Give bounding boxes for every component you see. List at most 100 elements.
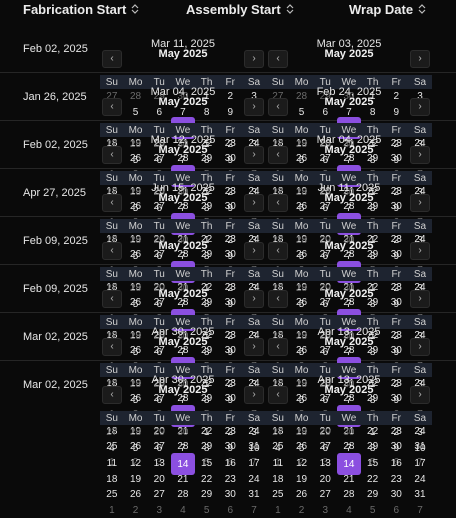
calendar-day[interactable]: 27: [147, 487, 171, 503]
calendar-day[interactable]: 10: [408, 441, 432, 457]
column-header-fabrication-start[interactable]: Fabrication Start: [23, 0, 139, 18]
calendar-day[interactable]: 29: [313, 425, 337, 441]
calendar-day[interactable]: 8: [361, 441, 385, 457]
calendar-day[interactable]: 1: [100, 503, 124, 518]
calendar-day[interactable]: 28: [337, 487, 361, 503]
calendar-day[interactable]: 11: [266, 456, 290, 472]
calendar-day[interactable]: 21: [171, 472, 195, 488]
calendar-day[interactable]: 28: [124, 425, 148, 441]
calendar-day[interactable]: 15: [361, 456, 385, 472]
calendar-day[interactable]: 15: [195, 456, 219, 472]
fabrication-start-cell[interactable]: Feb 02, 2025: [23, 139, 88, 151]
calendar-day[interactable]: 12: [124, 456, 148, 472]
calendar-day[interactable]: 24: [408, 472, 432, 488]
calendar-day[interactable]: 27: [313, 487, 337, 503]
column-header-wrap-date[interactable]: Wrap Date: [349, 0, 426, 18]
calendar-month-title: May 2025: [100, 384, 266, 396]
calendar-day[interactable]: 8: [195, 441, 219, 457]
calendar-day[interactable]: 9: [384, 441, 408, 457]
calendar-day[interactable]: 4: [337, 503, 361, 518]
calendar-day[interactable]: 2: [218, 425, 242, 441]
calendar-day[interactable]: 2: [384, 425, 408, 441]
fabrication-start-cell[interactable]: Feb 02, 2025: [23, 43, 88, 55]
fabrication-start-cell[interactable]: Feb 09, 2025: [23, 283, 88, 295]
calendar-day[interactable]: 26: [124, 487, 148, 503]
calendar-day[interactable]: 30: [218, 487, 242, 503]
calendar-day[interactable]: 30: [337, 425, 361, 441]
calendar-day[interactable]: 9: [218, 441, 242, 457]
calendar-day[interactable]: 3: [408, 425, 432, 441]
calendar-day[interactable]: 19: [290, 472, 314, 488]
calendar-week-row: 1234567: [266, 503, 432, 518]
calendar-day[interactable]: 10: [242, 441, 266, 457]
calendar-day[interactable]: 30: [384, 487, 408, 503]
calendar-day[interactable]: 26: [290, 487, 314, 503]
calendar-day[interactable]: 18: [100, 472, 124, 488]
calendar-day[interactable]: 4: [100, 441, 124, 457]
calendar-day[interactable]: 24: [242, 472, 266, 488]
calendar-day[interactable]: 22: [195, 472, 219, 488]
calendar-day[interactable]: 23: [218, 472, 242, 488]
calendar-day[interactable]: 1: [361, 425, 385, 441]
fabrication-start-cell[interactable]: Mar 02, 2025: [23, 379, 88, 391]
calendar-day[interactable]: 16: [384, 456, 408, 472]
calendar-day[interactable]: 2: [124, 503, 148, 518]
sort-updown-icon[interactable]: [131, 3, 139, 15]
calendar-day[interactable]: 31: [242, 487, 266, 503]
calendar-day[interactable]: 13: [147, 456, 171, 472]
calendar-day[interactable]: 16: [218, 456, 242, 472]
calendar-day[interactable]: 31: [408, 487, 432, 503]
fabrication-start-cell[interactable]: Jan 26, 2025: [23, 91, 87, 103]
fabrication-start-cell[interactable]: Mar 02, 2025: [23, 331, 88, 343]
calendar-day[interactable]: 6: [218, 503, 242, 518]
calendar-day[interactable]: 11: [100, 456, 124, 472]
calendar-day[interactable]: 30: [171, 425, 195, 441]
calendar-day[interactable]: 4: [171, 503, 195, 518]
fabrication-start-cell[interactable]: Feb 09, 2025: [23, 235, 88, 247]
calendar-day[interactable]: 27: [266, 425, 290, 441]
calendar-day[interactable]: 6: [147, 441, 171, 457]
calendar-week-row: 25262728293031: [266, 487, 432, 503]
calendar-day[interactable]: 29: [361, 487, 385, 503]
calendar-day[interactable]: 4: [266, 441, 290, 457]
calendar-day[interactable]: 13: [313, 456, 337, 472]
calendar-day[interactable]: 25: [100, 487, 124, 503]
calendar-day[interactable]: 5: [195, 503, 219, 518]
calendar-day[interactable]: 29: [147, 425, 171, 441]
calendar-day[interactable]: 28: [290, 425, 314, 441]
calendar-day[interactable]: 19: [124, 472, 148, 488]
calendar-week-row: 18192021222324: [266, 472, 432, 488]
calendar-day[interactable]: 5: [124, 441, 148, 457]
calendar-day[interactable]: 20: [313, 472, 337, 488]
calendar-day[interactable]: 27: [100, 425, 124, 441]
calendar-day[interactable]: 6: [384, 503, 408, 518]
column-header-assembly-start[interactable]: Assembly Start: [186, 0, 294, 18]
calendar-day[interactable]: 21: [337, 472, 361, 488]
calendar-day[interactable]: 29: [195, 487, 219, 503]
calendar-day[interactable]: 25: [266, 487, 290, 503]
calendar-day[interactable]: 3: [242, 425, 266, 441]
wrap-date-picker[interactable]: Apr 13, 2025‹›May 2025SuMoTuWeThFrSa2728…: [266, 374, 432, 514]
calendar-day[interactable]: 3: [147, 503, 171, 518]
calendar-day[interactable]: 5: [361, 503, 385, 518]
calendar-day[interactable]: 18: [266, 472, 290, 488]
calendar-day[interactable]: 1: [195, 425, 219, 441]
sort-updown-icon[interactable]: [418, 3, 426, 15]
calendar-day[interactable]: 23: [384, 472, 408, 488]
calendar-day[interactable]: 1: [266, 503, 290, 518]
assembly-date-picker[interactable]: Apr 30, 2025‹›May 2025SuMoTuWeThFrSa2728…: [100, 374, 266, 514]
sort-updown-icon[interactable]: [286, 3, 294, 15]
calendar-day[interactable]: 20: [147, 472, 171, 488]
calendar-day[interactable]: 7: [242, 503, 266, 518]
calendar-day[interactable]: 17: [408, 456, 432, 472]
calendar-day[interactable]: 12: [290, 456, 314, 472]
calendar-day[interactable]: 2: [290, 503, 314, 518]
calendar-day[interactable]: 7: [408, 503, 432, 518]
calendar-day[interactable]: 17: [242, 456, 266, 472]
calendar-day[interactable]: 3: [313, 503, 337, 518]
fabrication-start-cell[interactable]: Apr 27, 2025: [23, 187, 86, 199]
calendar-day[interactable]: 5: [290, 441, 314, 457]
calendar-day[interactable]: 22: [361, 472, 385, 488]
calendar-day[interactable]: 28: [171, 487, 195, 503]
calendar-day[interactable]: 6: [313, 441, 337, 457]
